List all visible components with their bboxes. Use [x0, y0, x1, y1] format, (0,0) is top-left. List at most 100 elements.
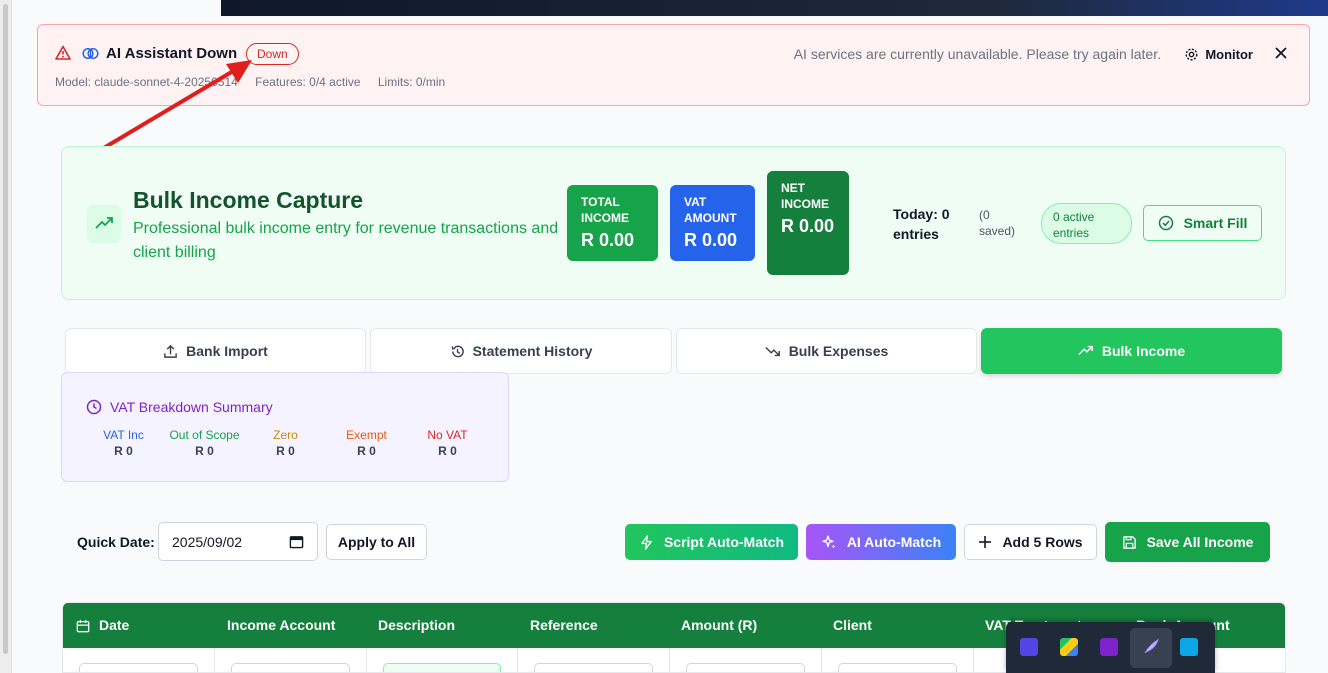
tab-bulk-expenses[interactable]: Bulk Expenses	[676, 328, 977, 374]
check-circle-icon	[1158, 215, 1173, 231]
tab-label: Bulk Expenses	[788, 343, 889, 359]
trending-down-icon	[765, 346, 780, 357]
page-title: Bulk Income Capture	[133, 187, 364, 213]
app-icon[interactable]	[1180, 638, 1198, 656]
lightning-icon	[641, 534, 652, 550]
tab-bank-import[interactable]: Bank Import	[65, 328, 366, 374]
top-navigation-bar	[221, 0, 1328, 16]
column-divider	[973, 648, 974, 672]
vat-item-label: Exempt	[346, 428, 387, 442]
saved-count: (0 saved)	[979, 208, 1016, 238]
monitor-label: Monitor	[1205, 46, 1253, 62]
vat-item-value: R 0	[357, 444, 376, 458]
monitor-button[interactable]: Monitor	[1184, 44, 1253, 64]
tab-statement-history[interactable]: Statement History	[370, 328, 672, 374]
close-icon[interactable]	[1273, 45, 1289, 61]
sparkles-icon	[822, 535, 836, 549]
tab-label: Bank Import	[186, 343, 268, 359]
vat-amount-label: VAT AMOUNT	[684, 195, 737, 225]
google-drive-icon[interactable]	[1060, 638, 1078, 656]
limits-info: Limits: 0/min	[377, 75, 446, 89]
onenote-icon[interactable]	[1100, 638, 1118, 656]
total-income-value: R 0.00	[581, 230, 635, 250]
quick-date-input[interactable]: 2025/09/02	[158, 522, 318, 561]
teams-icon[interactable]	[1020, 638, 1038, 656]
script-auto-match-label: Script Auto-Match	[663, 534, 785, 550]
column-divider	[669, 648, 670, 672]
add-rows-button[interactable]: Add 5 Rows	[964, 524, 1097, 560]
save-all-income-label: Save All Income	[1146, 534, 1254, 550]
amount-input[interactable]	[686, 663, 805, 672]
save-all-income-button[interactable]: Save All Income	[1105, 522, 1270, 562]
net-income-value: R 0.00	[781, 216, 835, 236]
save-icon	[1122, 535, 1136, 549]
calendar-icon[interactable]	[289, 534, 304, 549]
history-icon	[451, 345, 464, 357]
active-entries-badge: 0 active entries	[1041, 203, 1132, 244]
reference-input[interactable]	[534, 663, 653, 672]
vat-item-value: R 0	[114, 444, 133, 458]
alert-message: AI services are currently unavailable. P…	[793, 46, 1161, 62]
description-input[interactable]	[383, 663, 501, 672]
taskbar-tray-popup	[1006, 622, 1215, 673]
plus-icon	[979, 536, 992, 548]
features-info: Features: 0/4 active	[255, 75, 361, 89]
vat-inc-item: VAT Inc R 0	[83, 427, 164, 459]
date-cell-input[interactable]	[79, 663, 198, 672]
column-header-amount: Amount (R)	[681, 617, 758, 633]
vat-summary-title: VAT Breakdown Summary	[110, 399, 273, 415]
page-subtitle: Professional bulk income entry for reven…	[133, 220, 559, 261]
ai-status-alert: AI Assistant Down Down Model: claude-son…	[37, 24, 1310, 106]
ai-auto-match-button[interactable]: AI Auto-Match	[806, 524, 956, 560]
vat-item-label: Out of Scope	[169, 428, 240, 442]
client-input[interactable]	[838, 663, 957, 672]
total-income-label: TOTAL INCOME	[581, 195, 629, 225]
bulk-income-header: Bulk Income Capture Professional bulk in…	[61, 146, 1286, 300]
ai-auto-match-label: AI Auto-Match	[846, 534, 942, 550]
smart-fill-button[interactable]: Smart Fill	[1143, 205, 1262, 241]
vat-item-value: R 0	[438, 444, 457, 458]
column-header-date: Date	[99, 617, 130, 633]
column-divider	[214, 648, 215, 672]
vat-item-label: No VAT	[427, 428, 468, 442]
tab-label: Bulk Income	[1101, 343, 1186, 359]
exempt-item: Exempt R 0	[326, 427, 407, 459]
page-scrollbar[interactable]	[0, 0, 12, 673]
trending-up-icon	[1078, 345, 1093, 356]
smart-fill-label: Smart Fill	[1183, 215, 1248, 231]
feather-icon[interactable]	[1142, 638, 1160, 656]
gear-icon	[1185, 48, 1198, 60]
column-header-reference: Reference	[530, 617, 598, 633]
vat-amount-value: R 0.00	[684, 230, 738, 250]
scrollbar-thumb[interactable]	[3, 4, 8, 654]
out-of-scope-item: Out of Scope R 0	[164, 427, 245, 459]
column-divider	[821, 648, 822, 672]
net-income-card: NET INCOME R 0.00	[767, 171, 849, 275]
warning-icon	[55, 45, 71, 60]
income-account-select[interactable]	[231, 663, 350, 672]
tab-bulk-income[interactable]: Bulk Income	[981, 328, 1282, 374]
calendar-icon	[76, 619, 90, 633]
alert-meta: Model: claude-sonnet-4-20250514 Features…	[55, 75, 459, 89]
total-income-card: TOTAL INCOME R 0.00	[567, 185, 658, 261]
vat-item-label: VAT Inc	[103, 428, 144, 442]
brain-icon	[82, 47, 99, 60]
column-header-income-account: Income Account	[227, 617, 336, 633]
column-divider	[517, 648, 518, 672]
today-entries: Today: 0 entries	[893, 206, 950, 242]
script-auto-match-button[interactable]: Script Auto-Match	[625, 524, 798, 560]
quick-date-label: Quick Date:	[77, 534, 155, 550]
trending-up-icon	[87, 205, 121, 243]
add-rows-label: Add 5 Rows	[1002, 534, 1083, 550]
vat-item-value: R 0	[195, 444, 214, 458]
no-vat-item: No VAT R 0	[407, 427, 488, 459]
zero-rated-item: Zero R 0	[245, 427, 326, 459]
apply-to-all-button[interactable]: Apply to All	[326, 524, 427, 560]
clock-icon	[86, 399, 102, 415]
vat-item-label: Zero	[273, 428, 298, 442]
tab-label: Statement History	[472, 343, 593, 359]
column-header-client: Client	[833, 617, 872, 633]
net-income-label: NET INCOME	[781, 181, 829, 211]
upload-icon	[164, 344, 177, 358]
status-badge: Down	[246, 43, 299, 65]
